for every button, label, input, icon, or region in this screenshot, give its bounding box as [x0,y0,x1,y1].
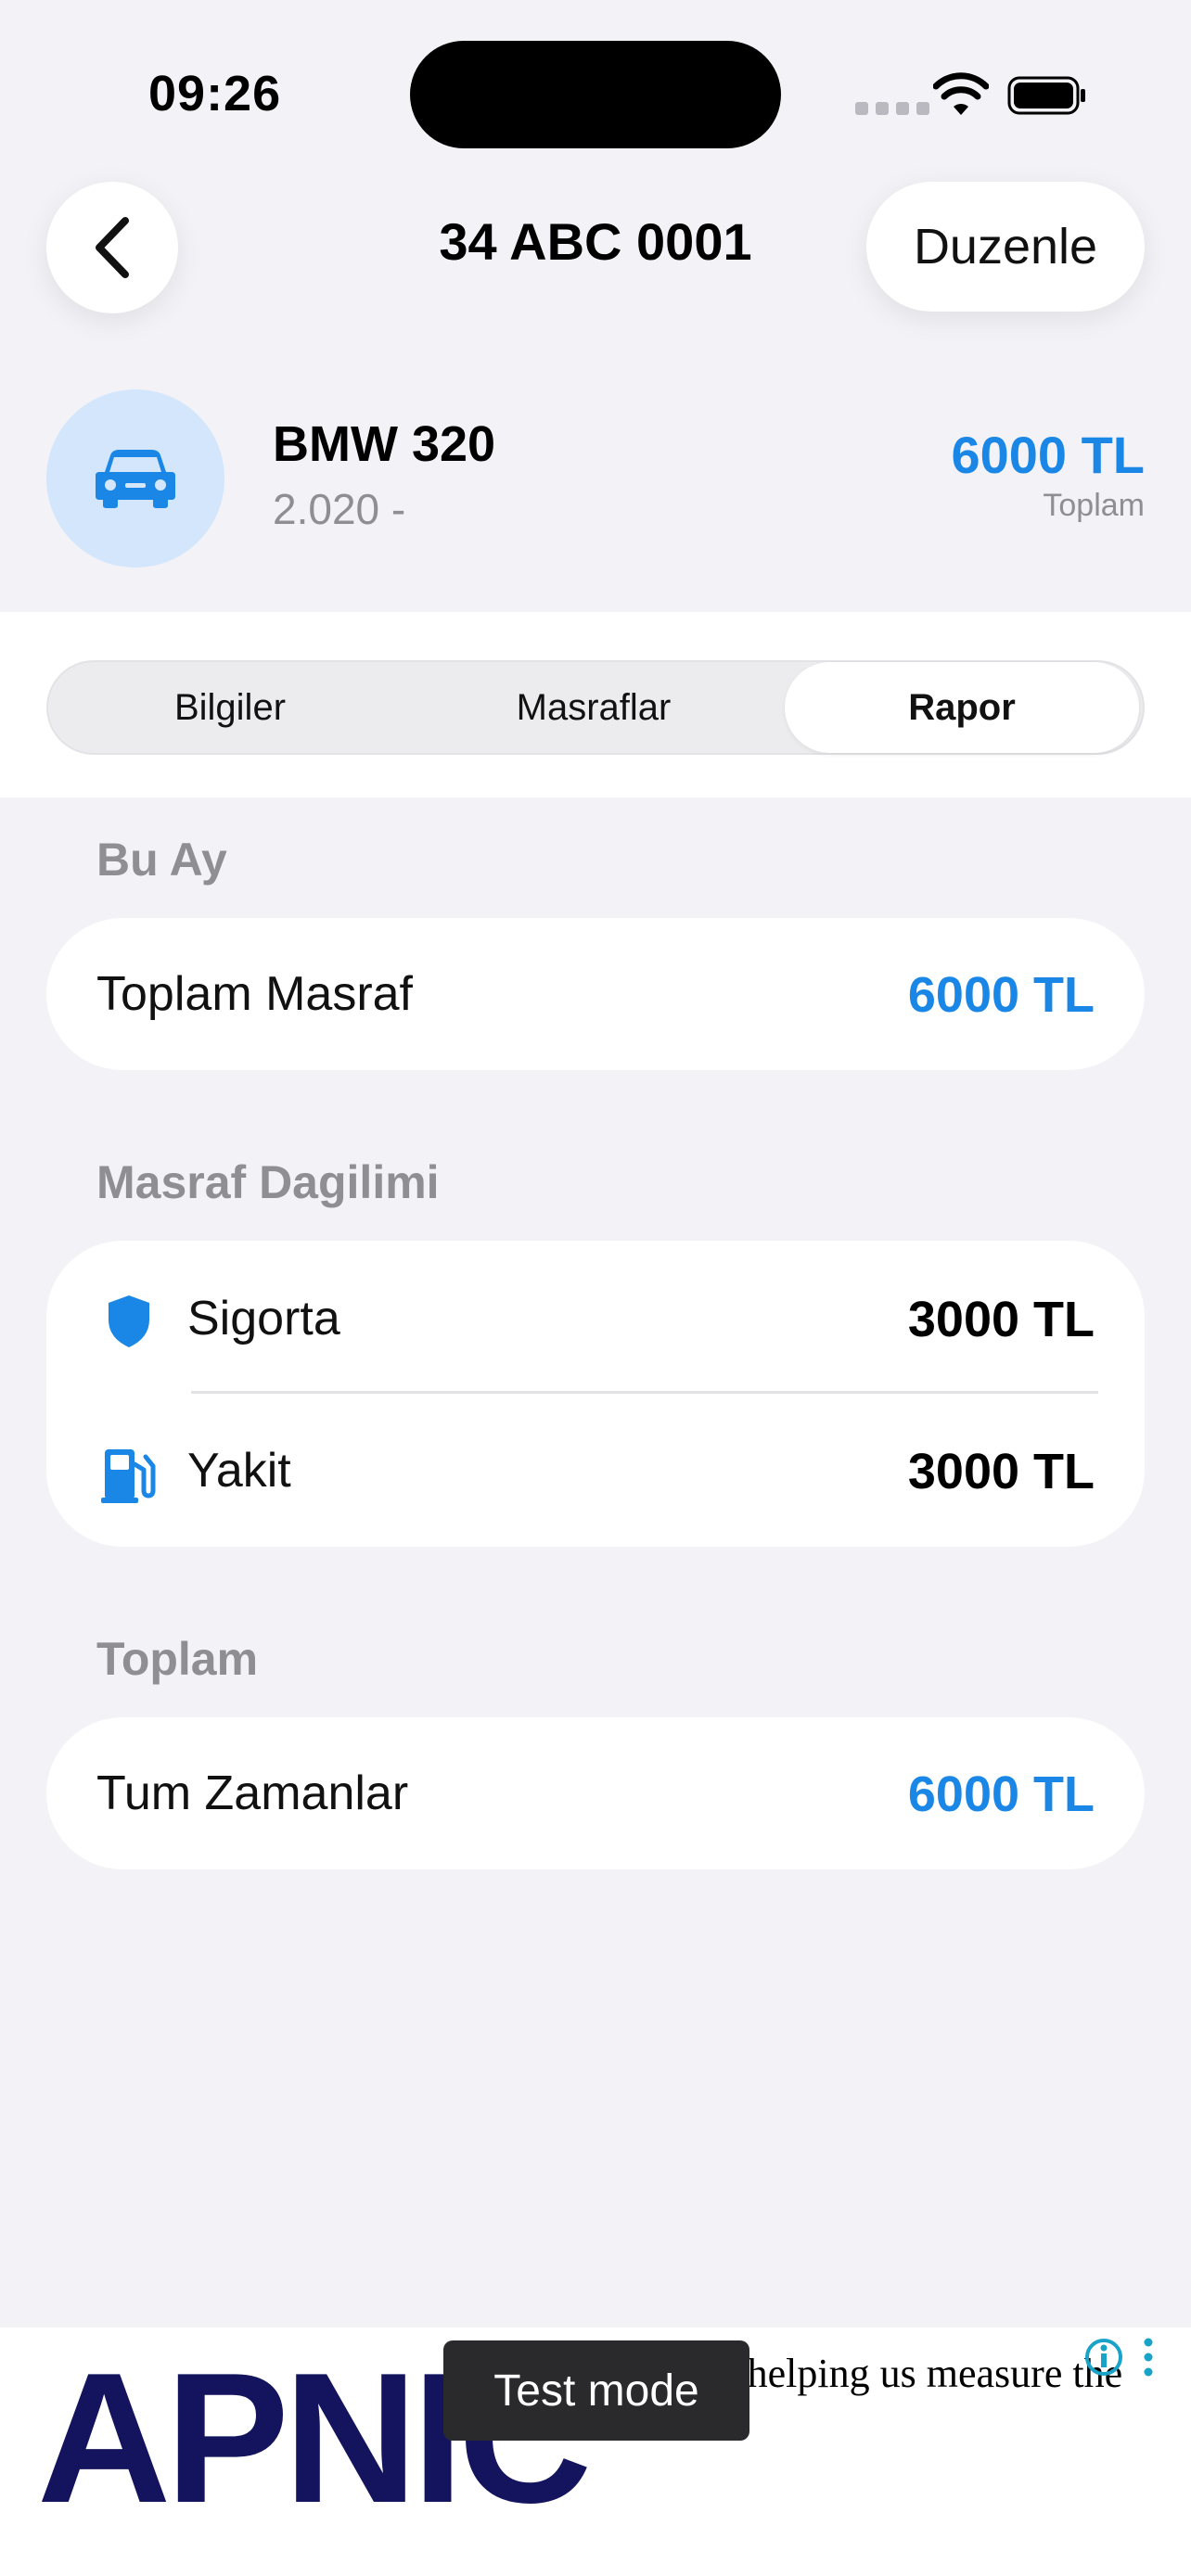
wifi-icon [933,72,989,115]
ad-info-icon[interactable] [1083,2337,1124,2378]
chevron-left-icon [96,217,129,278]
section-heading-this-month: Bu Ay [96,834,227,886]
ad-more-icon[interactable] [1139,2337,1158,2378]
fuel-pump-icon [96,1443,161,1508]
tab-rapor[interactable]: Rapor [785,662,1139,753]
total-card: Tum Zamanlar 6000 TL [46,1717,1145,1869]
section-heading-total: Toplam [96,1633,259,1685]
section-heading-distribution: Masraf Dagilimi [96,1156,440,1208]
vehicle-total-amount: 6000 TL [951,426,1145,484]
page-title: 34 ABC 0001 [439,212,752,271]
shield-icon [96,1289,161,1354]
car-icon [96,450,175,508]
battery-icon [1007,76,1085,115]
edit-button[interactable]: Duzenle [866,182,1145,312]
this-month-label: Toplam Masraf [96,967,413,1021]
distribution-item-value: 3000 TL [907,1292,1095,1347]
row-divider [191,1391,1098,1394]
distribution-card: Sigorta 3000 TL Yakit 3000 TL [46,1241,1145,1547]
back-button[interactable] [46,182,178,313]
distribution-item-value: 3000 TL [907,1444,1095,1499]
vehicle-avatar [46,389,224,567]
vehicle-name: BMW 320 [273,416,496,472]
ad-body-text: r helping us measure the [724,2351,1123,2396]
total-value: 6000 TL [907,1766,1095,1822]
vehicle-total-label: Toplam [1043,488,1145,523]
tab-masraflar[interactable]: Masraflar [412,662,775,753]
distribution-item-label: Sigorta [187,1292,340,1345]
total-label: Tum Zamanlar [96,1766,409,1820]
this-month-card: Toplam Masraf 6000 TL [46,918,1145,1070]
distribution-item-label: Yakit [187,1444,291,1498]
this-month-value: 6000 TL [907,967,1095,1023]
vehicle-year: 2.020 - [273,485,406,533]
test-mode-badge: Test mode [443,2340,749,2441]
tab-bilgiler[interactable]: Bilgiler [48,662,412,753]
status-time: 09:26 [148,66,282,121]
cellular-signal-icon [855,102,929,115]
dynamic-island [410,41,781,148]
segmented-control: Bilgiler Masraflar Rapor [46,660,1145,755]
